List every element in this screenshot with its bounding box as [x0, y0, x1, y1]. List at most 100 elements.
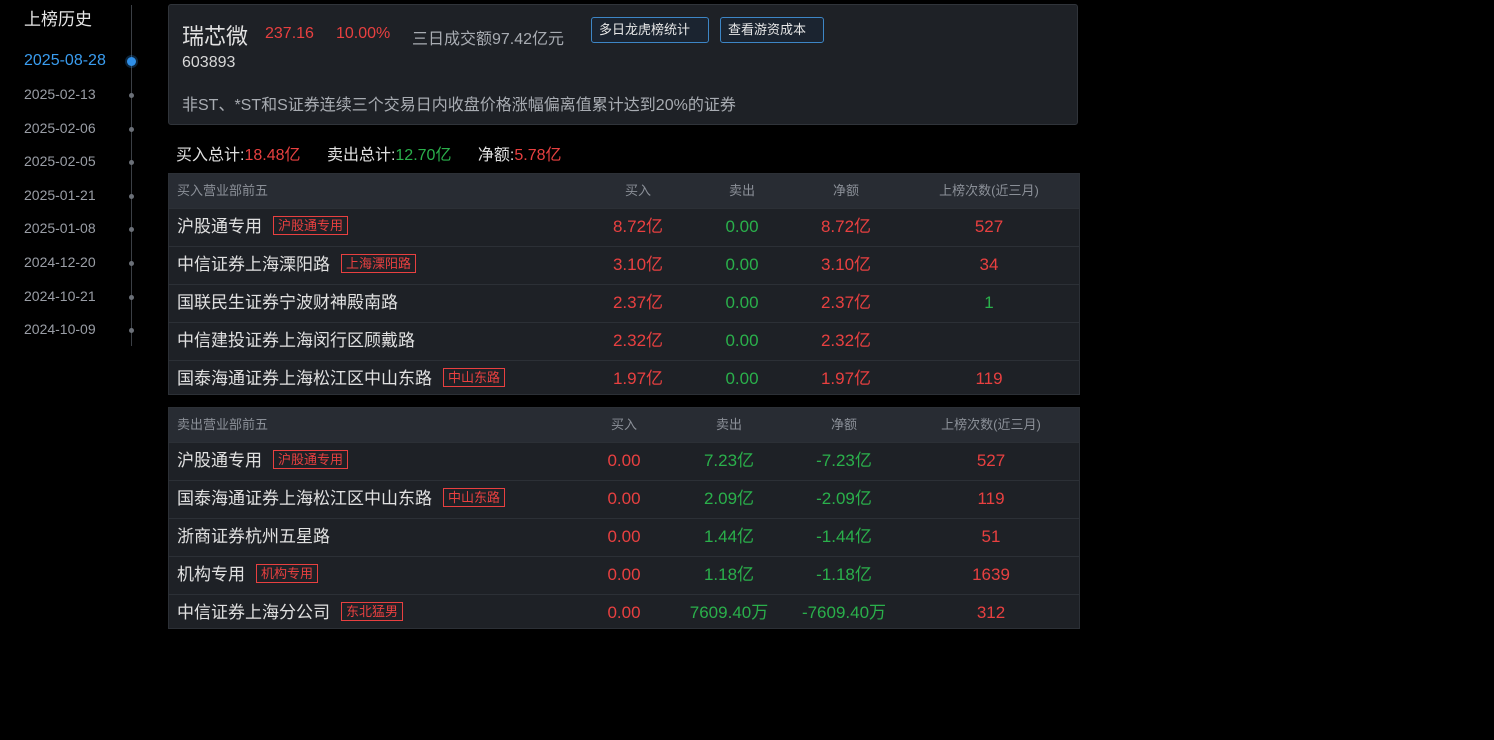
branch-name[interactable]: 国泰海通证券上海松江区中山东路 中山东路 [177, 361, 506, 397]
timeline-dot [129, 127, 134, 132]
listing-reason: 非ST、*ST和S证券连续三个交易日内收盘价格涨幅偏离值累计达到20%的证券 [182, 97, 736, 114]
timeline-dot [129, 194, 134, 199]
net-amount: 3.10亿 [820, 255, 872, 274]
table-row[interactable]: 国泰海通证券上海松江区中山东路 中山东路 1.97亿 0.00 1.97亿 119 [169, 360, 1079, 398]
net-amount: 2.37亿 [820, 293, 872, 312]
listing-count: 119 [977, 489, 1005, 508]
history-date-item[interactable]: 2025-01-21 [24, 187, 96, 203]
timeline-dot [129, 328, 134, 333]
history-date-item[interactable]: 2024-10-21 [24, 288, 96, 304]
net-total-value: 5.78亿 [514, 147, 562, 164]
table-row[interactable]: 国泰海通证券上海松江区中山东路 中山东路 0.00 2.09亿 -2.09亿 119 [169, 480, 1079, 518]
history-date-item[interactable]: 2025-08-28 [24, 52, 106, 70]
net-total-label: 净额: [477, 147, 515, 164]
net-amount: -7609.40万 [801, 603, 887, 622]
branch-name[interactable]: 国泰海通证券上海松江区中山东路 中山东路 [177, 481, 506, 517]
table-row[interactable]: 中信证券上海溧阳路 上海溧阳路 3.10亿 0.00 3.10亿 34 [169, 246, 1079, 284]
table-row[interactable]: 浙商证券杭州五星路 0.00 1.44亿 -1.44亿 51 [169, 518, 1079, 556]
sell-total-label: 卖出总计: [326, 147, 396, 164]
listing-count: 51 [981, 527, 1001, 546]
sell-amount: 2.09亿 [703, 489, 755, 508]
net-amount: -1.44亿 [816, 527, 872, 546]
multi-day-stats-button[interactable]: 多日龙虎榜统计 [591, 17, 709, 43]
branch-name[interactable]: 沪股通专用 沪股通专用 [177, 209, 349, 245]
buy-amount: 3.10亿 [612, 255, 664, 274]
branch-name-text: 沪股通专用 [177, 451, 262, 470]
timeline-dot [127, 57, 136, 66]
column-header: 净额 [830, 417, 858, 432]
timeline-dot [129, 227, 134, 232]
history-date-item[interactable]: 2024-12-20 [24, 254, 96, 270]
timeline-dot [129, 160, 134, 165]
buy-amount: 2.37亿 [612, 293, 664, 312]
buy-amount: 0.00 [607, 489, 641, 508]
timeline-dot [129, 261, 134, 266]
sell-amount: 0.00 [725, 369, 759, 388]
branch-name-text: 浙商证券杭州五星路 [177, 527, 330, 546]
column-header: 卖出 [715, 417, 743, 432]
buy-branches-table: 买入营业部前五 买入 卖出 净额 上榜次数(近三月) 沪股通专用 沪股通专用 8.72亿 0.0… [168, 173, 1080, 395]
column-header: 卖出营业部前五 [177, 417, 269, 432]
branch-name-text: 中信证券上海分公司 [177, 603, 330, 622]
buy-amount: 8.72亿 [612, 217, 664, 236]
net-amount: 8.72亿 [820, 217, 872, 236]
branch-name[interactable]: 中信证券上海溧阳路 上海溧阳路 [177, 247, 417, 283]
buy-total-value: 18.48亿 [244, 147, 301, 164]
table-row[interactable]: 中信证券上海分公司 东北猛男 0.00 7609.40万 -7609.40万 312 [169, 594, 1079, 632]
branch-name[interactable]: 中信建投证券上海闵行区顾戴路 [177, 323, 415, 359]
branch-name-text: 沪股通专用 [177, 217, 262, 236]
trader-tag[interactable]: 中山东路 [443, 488, 506, 507]
listing-count: 527 [976, 451, 1006, 470]
stock-code: 603893 [182, 54, 236, 71]
listing-count: 1 [984, 293, 994, 312]
trader-tag[interactable]: 中山东路 [443, 368, 506, 387]
stock-price: 237.16 [265, 25, 314, 42]
buy-amount: 0.00 [607, 451, 641, 470]
trader-tag[interactable]: 机构专用 [256, 564, 319, 583]
sell-amount: 7609.40万 [689, 603, 769, 622]
trader-tag[interactable]: 东北猛男 [341, 602, 404, 621]
table-row[interactable]: 沪股通专用 沪股通专用 8.72亿 0.00 8.72亿 527 [169, 208, 1079, 246]
table-header: 买入营业部前五 买入 卖出 净额 上榜次数(近三月) [169, 174, 1079, 208]
three-day-turnover: 三日成交额97.42亿元 [412, 31, 565, 48]
history-date-item[interactable]: 2025-02-13 [24, 86, 96, 102]
branch-name[interactable]: 中信证券上海分公司 东北猛男 [177, 595, 404, 631]
listing-count: 119 [975, 369, 1003, 388]
buy-amount: 1.97亿 [612, 369, 664, 388]
table-row[interactable]: 中信建投证券上海闵行区顾戴路 2.32亿 0.00 2.32亿 [169, 322, 1079, 360]
listing-count: 34 [979, 255, 999, 274]
sell-amount: 7.23亿 [703, 451, 755, 470]
table-row[interactable]: 沪股通专用 沪股通专用 0.00 7.23亿 -7.23亿 527 [169, 442, 1079, 480]
sell-branches-table: 卖出营业部前五 买入 卖出 净额 上榜次数(近三月) 沪股通专用 沪股通专用 0.00 7.23… [168, 407, 1080, 629]
history-sidebar: 上榜历史 2025-08-28 2025-02-13 2025-02-06 2025-… [0, 0, 150, 350]
stock-header-card: 瑞芯微 237.16 10.00% 三日成交额97.42亿元 多日龙虎榜统计 查… [168, 4, 1078, 125]
column-header: 卖出 [728, 183, 756, 198]
listing-count: 312 [976, 603, 1006, 622]
totals-bar: 买入总计:18.48亿 卖出总计:12.70亿 净额:5.78亿 [176, 141, 562, 165]
branch-name-text: 国泰海通证券上海松江区中山东路 [177, 489, 432, 508]
sell-amount: 0.00 [725, 293, 759, 312]
history-date-item[interactable]: 2025-02-05 [24, 153, 96, 169]
history-date-item[interactable]: 2025-02-06 [24, 120, 96, 136]
trader-tag[interactable]: 上海溧阳路 [341, 254, 417, 273]
branch-name-text: 中信证券上海溧阳路 [177, 255, 330, 274]
column-header: 上榜次数(近三月) [941, 417, 1041, 432]
view-cost-button[interactable]: 查看游资成本 [720, 17, 824, 43]
trader-tag[interactable]: 沪股通专用 [273, 216, 349, 235]
table-row[interactable]: 机构专用 机构专用 0.00 1.18亿 -1.18亿 1639 [169, 556, 1079, 594]
table-row[interactable]: 国联民生证券宁波财神殿南路 2.37亿 0.00 2.37亿 1 [169, 284, 1079, 322]
branch-name[interactable]: 国联民生证券宁波财神殿南路 [177, 285, 398, 321]
column-header: 上榜次数(近三月) [939, 183, 1039, 198]
history-date-item[interactable]: 2024-10-09 [24, 321, 96, 337]
branch-name[interactable]: 沪股通专用 沪股通专用 [177, 443, 349, 479]
column-header: 净额 [832, 183, 860, 198]
branch-name-text: 机构专用 [177, 565, 245, 584]
net-amount: 1.97亿 [820, 369, 872, 388]
history-date-item[interactable]: 2025-01-08 [24, 220, 96, 236]
sell-amount: 0.00 [725, 331, 759, 350]
trader-tag[interactable]: 沪股通专用 [273, 450, 349, 469]
listing-count: 1639 [972, 565, 1010, 584]
branch-name[interactable]: 机构专用 机构专用 [177, 557, 319, 593]
buy-amount: 0.00 [607, 527, 641, 546]
branch-name[interactable]: 浙商证券杭州五星路 [177, 519, 330, 555]
